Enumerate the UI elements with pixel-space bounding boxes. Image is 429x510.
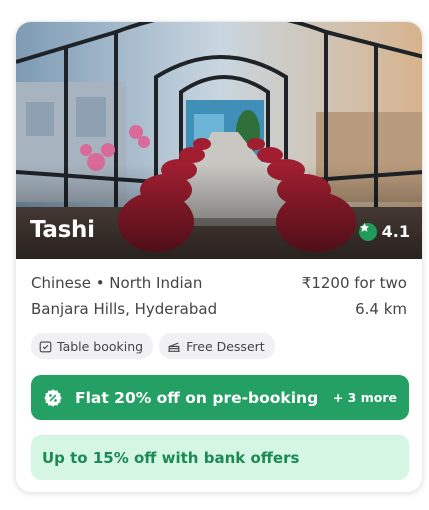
price-for-two: ₹1200 for two bbox=[301, 274, 407, 292]
restaurant-name: Tashi bbox=[30, 217, 95, 243]
rating-badge: 4.1 bbox=[358, 222, 410, 241]
restaurant-photo[interactable]: Tashi 4.1 bbox=[16, 22, 422, 259]
chip-label: Free Dessert bbox=[186, 338, 265, 354]
restaurant-card[interactable]: Tashi 4.1 Chinese • North Indian ₹1200 f… bbox=[15, 21, 423, 493]
location: Banjara Hills, Hyderabad bbox=[31, 300, 218, 318]
chip-table-booking: Table booking bbox=[31, 333, 154, 359]
prebooking-offer-text: Flat 20% off on pre-booking bbox=[75, 388, 319, 407]
chip-label: Table booking bbox=[57, 338, 144, 354]
cuisines: Chinese • North Indian bbox=[31, 274, 203, 292]
cuisine-price-row: Chinese • North Indian ₹1200 for two bbox=[31, 274, 407, 292]
chip-free-dessert: Free Dessert bbox=[159, 333, 275, 359]
distance: 6.4 km bbox=[355, 300, 407, 318]
more-offers-link[interactable]: + 3 more bbox=[333, 390, 397, 405]
discount-badge-icon bbox=[44, 388, 62, 407]
feature-chips: Table booking Free Dessert bbox=[31, 333, 275, 359]
bank-offer-banner[interactable]: Up to 15% off with bank offers bbox=[31, 435, 409, 480]
rating-value: 4.1 bbox=[381, 222, 410, 241]
calendar-check-icon bbox=[39, 340, 52, 352]
prebooking-offer-banner[interactable]: Flat 20% off on pre-booking + 3 more bbox=[31, 375, 409, 420]
bank-offer-text: Up to 15% off with bank offers bbox=[42, 448, 300, 467]
cake-icon bbox=[168, 341, 180, 352]
location-row: Banjara Hills, Hyderabad 6.4 km bbox=[31, 300, 407, 318]
star-icon bbox=[358, 222, 377, 241]
